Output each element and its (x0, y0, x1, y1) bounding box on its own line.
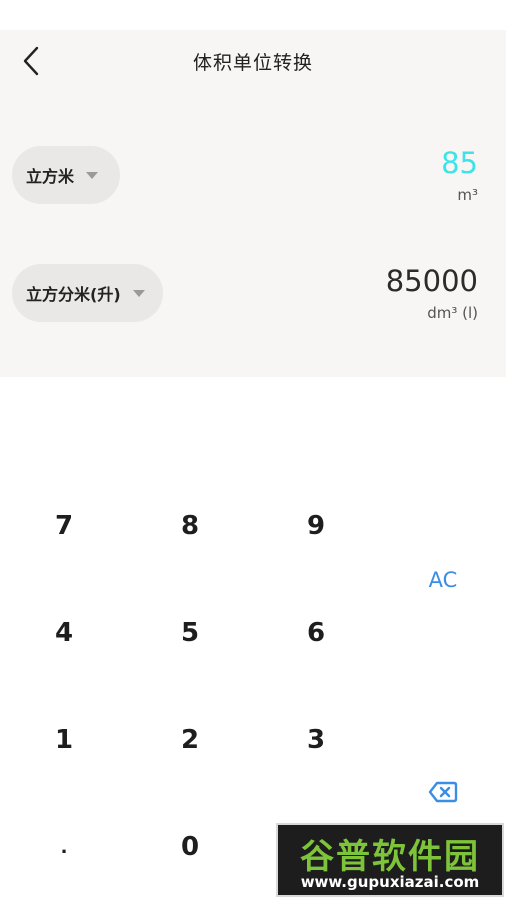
watermark-url: www.gupuxiazai.com (300, 873, 480, 891)
key-8[interactable]: 8 (130, 486, 250, 566)
caret-down-icon (86, 171, 99, 179)
from-value: 85 (441, 146, 478, 180)
header: 体积单位转换 (0, 30, 506, 92)
page-title: 体积单位转换 (192, 51, 313, 74)
key-1[interactable]: 1 (4, 700, 124, 780)
to-value-block[interactable]: 85000 dm³ (l) (386, 264, 478, 322)
from-unit-label: 立方米 (26, 167, 75, 186)
key-9[interactable]: 9 (256, 486, 376, 566)
to-unit-symbol: dm³ (l) (427, 304, 478, 322)
to-unit-label: 立方分米(升) (26, 285, 121, 304)
delete-button[interactable] (383, 752, 503, 832)
status-bar (0, 0, 506, 30)
backspace-icon (428, 781, 458, 803)
clear-all-button[interactable]: AC (383, 540, 503, 620)
key-6[interactable]: 6 (256, 593, 376, 673)
watermark-logo: 谷普软件园 www.gupuxiazai.com (276, 823, 504, 897)
key-5[interactable]: 5 (130, 593, 250, 673)
chevron-left-icon (23, 46, 39, 76)
key-3[interactable]: 3 (256, 700, 376, 780)
key-7[interactable]: 7 (4, 486, 124, 566)
from-unit-symbol: m³ (457, 186, 478, 204)
to-unit-dropdown[interactable]: 立方分米(升) (12, 264, 163, 322)
to-value: 85000 (385, 264, 478, 298)
key-0[interactable]: 0 (130, 807, 250, 887)
from-value-block[interactable]: 85 m³ (441, 146, 478, 204)
key-2[interactable]: 2 (130, 700, 250, 780)
back-button[interactable] (14, 44, 48, 78)
key-4[interactable]: 4 (4, 593, 124, 673)
key-decimal[interactable]: . (4, 807, 124, 887)
caret-down-icon (132, 289, 145, 297)
from-unit-dropdown[interactable]: 立方米 (12, 146, 120, 204)
watermark-text: 谷普软件园 (300, 837, 480, 877)
